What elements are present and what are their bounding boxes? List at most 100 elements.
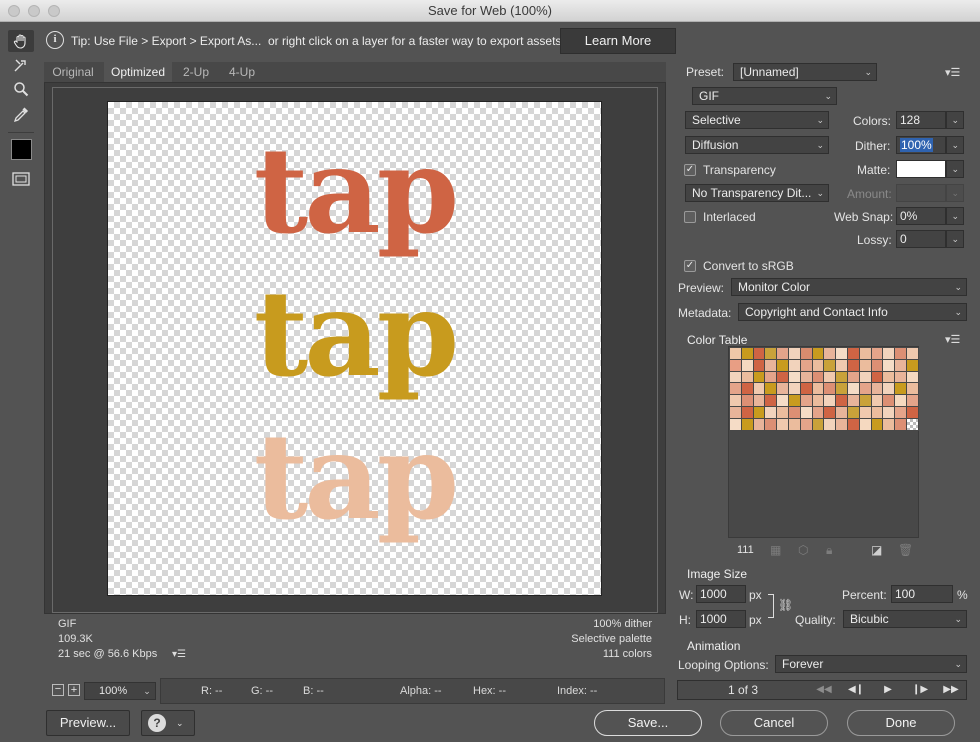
transparent-color-swatch[interactable] bbox=[906, 418, 919, 431]
color-swatch[interactable] bbox=[859, 348, 872, 360]
color-swatch[interactable] bbox=[836, 348, 848, 360]
color-swatch[interactable] bbox=[741, 418, 754, 431]
color-swatch[interactable] bbox=[777, 359, 789, 372]
cube-icon[interactable]: ⬡ bbox=[798, 543, 808, 557]
color-swatch[interactable] bbox=[847, 348, 860, 360]
hand-tool[interactable] bbox=[8, 30, 34, 52]
web-snap-field[interactable]: 0% bbox=[896, 207, 946, 225]
color-swatch[interactable] bbox=[800, 359, 813, 372]
color-swatch[interactable] bbox=[847, 395, 860, 407]
color-swatch[interactable] bbox=[730, 383, 742, 396]
color-swatch[interactable] bbox=[895, 406, 907, 419]
color-swatch[interactable] bbox=[836, 418, 848, 431]
slice-select-tool[interactable] bbox=[8, 54, 34, 76]
color-swatch[interactable] bbox=[871, 348, 884, 360]
color-swatch[interactable] bbox=[812, 395, 825, 407]
color-swatch[interactable] bbox=[788, 359, 801, 372]
transparency-checkbox[interactable]: ✓ bbox=[684, 164, 696, 176]
zoom-dropdown-chevron-icon[interactable]: ⌄ bbox=[138, 683, 156, 699]
done-button[interactable]: Done bbox=[847, 710, 955, 736]
color-swatch[interactable] bbox=[812, 348, 825, 360]
interlaced-checkbox[interactable] bbox=[684, 211, 696, 223]
color-swatch[interactable] bbox=[895, 383, 907, 396]
learn-more-button[interactable]: Learn More bbox=[560, 28, 676, 54]
color-swatch[interactable] bbox=[871, 395, 884, 407]
color-swatch[interactable] bbox=[812, 406, 825, 419]
color-swatch[interactable] bbox=[871, 383, 884, 396]
color-swatch[interactable] bbox=[741, 348, 754, 360]
color-swatch[interactable] bbox=[812, 359, 825, 372]
color-swatch[interactable] bbox=[836, 359, 848, 372]
color-swatch[interactable] bbox=[824, 383, 837, 396]
color-swatch[interactable] bbox=[765, 371, 778, 384]
color-swatch[interactable] bbox=[847, 406, 860, 419]
color-swatch[interactable] bbox=[847, 418, 860, 431]
color-swatch[interactable] bbox=[883, 383, 896, 396]
color-swatch[interactable] bbox=[871, 371, 884, 384]
tab-original[interactable]: Original bbox=[44, 62, 102, 82]
color-swatch[interactable] bbox=[800, 348, 813, 360]
preview-color-dropdown[interactable]: Monitor Color ⌄ bbox=[731, 278, 967, 296]
color-swatch[interactable] bbox=[753, 348, 766, 360]
looping-options-dropdown[interactable]: Forever ⌄ bbox=[775, 655, 967, 673]
color-swatch[interactable] bbox=[871, 359, 884, 372]
toggle-slices-visibility-tool[interactable] bbox=[8, 168, 34, 190]
dither-algorithm-dropdown[interactable]: Diffusion ⌄ bbox=[685, 136, 829, 154]
next-frame-icon[interactable]: ❙▶ bbox=[905, 682, 935, 698]
color-swatch[interactable] bbox=[859, 395, 872, 407]
trash-icon[interactable]: 🗑︎ bbox=[898, 543, 913, 557]
color-swatch[interactable] bbox=[777, 383, 789, 396]
color-swatch[interactable] bbox=[788, 395, 801, 407]
preset-dropdown[interactable]: [Unnamed] ⌄ bbox=[733, 63, 877, 81]
colors-dropdown[interactable]: ⌄ bbox=[946, 111, 964, 129]
color-swatch[interactable] bbox=[859, 406, 872, 419]
color-swatch[interactable] bbox=[753, 359, 766, 372]
minimize-window-button[interactable] bbox=[28, 5, 40, 17]
color-swatch[interactable] bbox=[765, 359, 778, 372]
color-swatch[interactable] bbox=[859, 418, 872, 431]
lossy-field[interactable]: 0 bbox=[896, 230, 946, 248]
color-swatch[interactable] bbox=[895, 371, 907, 384]
download-speed-menu-icon[interactable]: ▾☰ bbox=[172, 649, 186, 660]
color-swatch[interactable] bbox=[812, 418, 825, 431]
width-field[interactable]: 1000 bbox=[696, 585, 746, 603]
optimize-menu-icon[interactable]: ▾☰ bbox=[945, 66, 960, 79]
color-swatch[interactable] bbox=[730, 371, 742, 384]
color-swatch[interactable] bbox=[765, 383, 778, 396]
color-swatch[interactable] bbox=[788, 348, 801, 360]
color-swatch[interactable] bbox=[800, 383, 813, 396]
browser-select-button[interactable]: ? ⌄ bbox=[141, 710, 195, 736]
dither-dropdown[interactable]: ⌄ bbox=[946, 136, 964, 154]
color-swatch[interactable] bbox=[777, 371, 789, 384]
web-shift-icon[interactable]: ▦ bbox=[770, 543, 781, 557]
transparency-dither-dropdown[interactable]: No Transparency Dit... ⌄ bbox=[685, 184, 829, 202]
color-swatch[interactable] bbox=[824, 371, 837, 384]
color-swatch[interactable] bbox=[883, 348, 896, 360]
color-swatch[interactable] bbox=[753, 395, 766, 407]
color-swatch[interactable] bbox=[730, 359, 742, 372]
zoom-tool[interactable] bbox=[8, 78, 34, 100]
color-swatch[interactable] bbox=[741, 395, 754, 407]
color-swatch[interactable] bbox=[812, 383, 825, 396]
color-swatch[interactable] bbox=[777, 348, 789, 360]
color-swatch[interactable] bbox=[836, 383, 848, 396]
color-swatch[interactable] bbox=[765, 418, 778, 431]
cancel-button[interactable]: Cancel bbox=[720, 710, 828, 736]
zoom-in-button[interactable]: + bbox=[68, 684, 80, 696]
previous-frame-icon[interactable]: ◀❙ bbox=[841, 682, 871, 698]
color-reduction-dropdown[interactable]: Selective ⌄ bbox=[685, 111, 829, 129]
quality-dropdown[interactable]: Bicubic ⌄ bbox=[843, 610, 967, 628]
color-swatch[interactable] bbox=[895, 348, 907, 360]
color-swatch[interactable] bbox=[777, 406, 789, 419]
close-window-button[interactable] bbox=[8, 5, 20, 17]
save-button[interactable]: Save... bbox=[594, 710, 702, 736]
preview-in-browser-button[interactable]: Preview... bbox=[46, 710, 130, 736]
color-swatch[interactable] bbox=[906, 371, 919, 384]
file-format-dropdown[interactable]: GIF ⌄ bbox=[692, 87, 837, 105]
color-swatch[interactable] bbox=[753, 418, 766, 431]
color-swatch[interactable] bbox=[741, 383, 754, 396]
color-swatch[interactable] bbox=[824, 348, 837, 360]
color-swatch[interactable] bbox=[836, 406, 848, 419]
color-table-menu-icon[interactable]: ▾☰ bbox=[945, 333, 960, 346]
color-swatch[interactable] bbox=[741, 371, 754, 384]
